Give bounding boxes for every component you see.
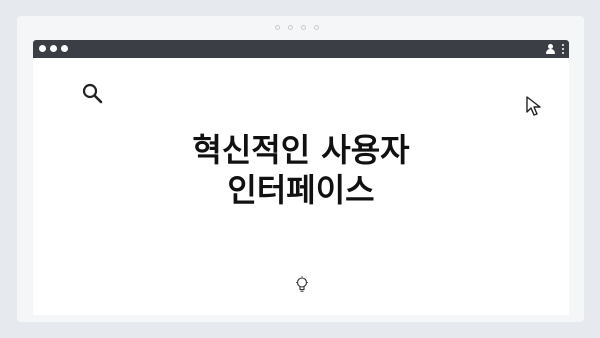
kebab-menu-icon[interactable]	[562, 44, 564, 54]
page-title-line-1: 혁신적인 사용자	[192, 131, 410, 169]
search-icon	[82, 83, 103, 104]
lightbulb-icon	[296, 276, 308, 292]
browser-window: 혁신적인 사용자 인터페이스	[33, 40, 569, 315]
window-control-dot[interactable]	[39, 45, 46, 52]
window-titlebar	[33, 40, 569, 58]
window-controls	[39, 45, 68, 52]
cursor-arrow-icon	[526, 96, 541, 116]
user-icon[interactable]	[546, 44, 555, 54]
pagination-dot[interactable]	[301, 25, 306, 30]
pagination-dot[interactable]	[288, 25, 293, 30]
pagination-dots	[275, 25, 319, 30]
window-control-dot[interactable]	[61, 45, 68, 52]
pagination-dot[interactable]	[314, 25, 319, 30]
page-title-line-2: 인터페이스	[227, 171, 375, 209]
window-control-dot[interactable]	[50, 45, 57, 52]
pagination-dot[interactable]	[275, 25, 280, 30]
page-title: 혁신적인 사용자 인터페이스	[33, 130, 569, 210]
